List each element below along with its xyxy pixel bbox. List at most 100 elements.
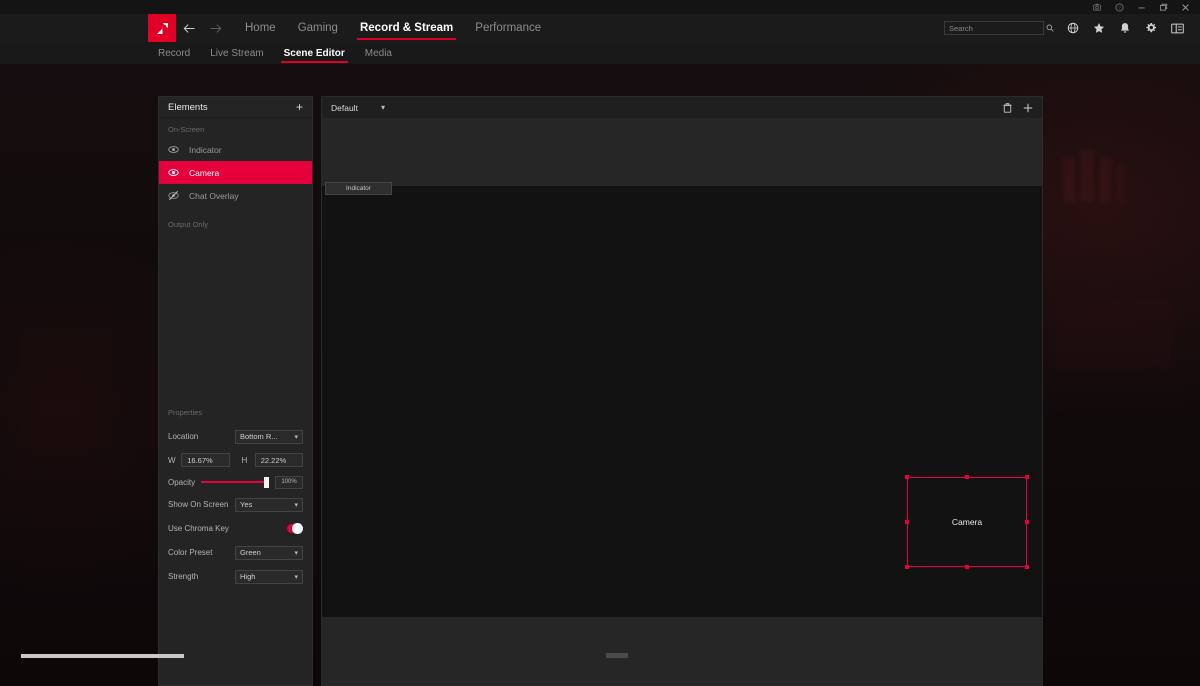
nav-items: Home Gaming Record & Stream Performance bbox=[234, 14, 552, 42]
resize-handle-middle-right[interactable] bbox=[1025, 520, 1029, 524]
opacity-label: Opacity bbox=[168, 478, 195, 487]
indicator-element[interactable]: Indicator bbox=[325, 182, 392, 195]
nav-item-performance[interactable]: Performance bbox=[464, 14, 552, 42]
svg-text:?: ? bbox=[1118, 5, 1121, 11]
globe-icon[interactable] bbox=[1060, 14, 1086, 42]
sub-navbar: Record Live Stream Scene Editor Media bbox=[0, 42, 1200, 64]
window-titlebar: ? bbox=[0, 0, 1200, 14]
height-label: H bbox=[242, 456, 250, 465]
opacity-slider-knob[interactable] bbox=[264, 477, 269, 488]
property-label: Use Chroma Key bbox=[168, 524, 287, 533]
gear-icon[interactable] bbox=[1138, 14, 1164, 42]
property-label: Location bbox=[168, 432, 235, 441]
adrenalin-app-window: Home Gaming Record & Stream Performance bbox=[0, 14, 1200, 642]
tab-record[interactable]: Record bbox=[148, 42, 200, 64]
taskbar-chip bbox=[606, 653, 628, 658]
camera-element-label: Camera bbox=[952, 517, 982, 527]
height-input[interactable]: 22.22% bbox=[255, 453, 303, 467]
chevron-down-icon: ▾ bbox=[294, 501, 298, 509]
canvas-letterbox-top bbox=[322, 118, 1042, 186]
resize-handle-top-center[interactable] bbox=[965, 475, 969, 479]
minimize-icon[interactable] bbox=[1130, 0, 1152, 14]
resize-handle-middle-left[interactable] bbox=[905, 520, 909, 524]
eye-visible-icon[interactable] bbox=[168, 167, 179, 178]
restore-icon[interactable] bbox=[1152, 0, 1174, 14]
taskbar-highlight bbox=[21, 654, 184, 658]
resize-handle-bottom-center[interactable] bbox=[965, 565, 969, 569]
show-on-screen-dropdown[interactable]: Yes ▾ bbox=[235, 498, 303, 512]
resize-handle-top-left[interactable] bbox=[905, 475, 909, 479]
amd-logo-icon[interactable] bbox=[148, 14, 176, 42]
chevron-down-icon: ▾ bbox=[294, 573, 298, 581]
canvas-letterbox-bottom bbox=[322, 617, 1042, 685]
width-label: W bbox=[168, 456, 176, 465]
chevron-down-icon: ▾ bbox=[294, 549, 298, 557]
search-input[interactable] bbox=[949, 24, 1046, 33]
opacity-slider-fill bbox=[201, 481, 269, 483]
tab-scene-editor[interactable]: Scene Editor bbox=[274, 42, 355, 64]
close-icon[interactable] bbox=[1174, 0, 1196, 14]
plus-icon[interactable] bbox=[1023, 103, 1033, 113]
opacity-slider[interactable] bbox=[201, 477, 269, 488]
chevron-down-icon: ▾ bbox=[294, 433, 298, 441]
property-location: Location Bottom R... ▾ bbox=[159, 425, 312, 448]
nav-item-gaming[interactable]: Gaming bbox=[287, 14, 349, 42]
resize-handle-top-right[interactable] bbox=[1025, 475, 1029, 479]
back-button[interactable] bbox=[176, 14, 202, 42]
star-icon[interactable] bbox=[1086, 14, 1112, 42]
opacity-value[interactable]: 100% bbox=[275, 476, 303, 489]
resize-handle-bottom-right[interactable] bbox=[1025, 565, 1029, 569]
width-input[interactable]: 16.67% bbox=[181, 453, 229, 467]
scene-name: Default bbox=[331, 103, 358, 113]
chevron-down-icon[interactable]: ▾ bbox=[381, 103, 385, 112]
color-preset-dropdown[interactable]: Green ▾ bbox=[235, 546, 303, 560]
add-element-button[interactable]: + bbox=[296, 101, 303, 113]
scene-selector[interactable]: Default ▾ bbox=[331, 103, 385, 113]
bell-icon[interactable] bbox=[1112, 14, 1138, 42]
scene-canvas[interactable]: Indicator Camera bbox=[322, 118, 1042, 685]
group-label-output-only: Output Only bbox=[159, 207, 312, 233]
tab-media[interactable]: Media bbox=[355, 42, 402, 64]
properties-title: Properties bbox=[159, 408, 312, 425]
list-item-label: Chat Overlay bbox=[189, 191, 239, 201]
strength-value: High bbox=[240, 572, 255, 581]
screenshot-icon[interactable] bbox=[1086, 0, 1108, 14]
eye-visible-icon[interactable] bbox=[168, 144, 179, 155]
opacity-row: Opacity 100% bbox=[159, 471, 312, 493]
show-on-screen-value: Yes bbox=[240, 500, 252, 509]
tab-live-stream[interactable]: Live Stream bbox=[200, 42, 273, 64]
property-strength: Strength High ▾ bbox=[159, 565, 312, 588]
list-item-label: Indicator bbox=[189, 145, 222, 155]
eye-hidden-icon[interactable] bbox=[168, 190, 179, 201]
camera-element[interactable]: Camera bbox=[907, 477, 1027, 567]
elements-panel: Elements + On-Screen Indicator Camera bbox=[158, 96, 313, 686]
property-show-on-screen: Show On Screen Yes ▾ bbox=[159, 493, 312, 516]
location-value: Bottom R... bbox=[240, 432, 278, 441]
list-item-indicator[interactable]: Indicator bbox=[159, 138, 312, 161]
list-item-chat-overlay[interactable]: Chat Overlay bbox=[159, 184, 312, 207]
nav-item-home[interactable]: Home bbox=[234, 14, 287, 42]
use-chroma-key-toggle[interactable] bbox=[287, 524, 303, 533]
trash-icon[interactable] bbox=[1003, 103, 1012, 113]
location-dropdown[interactable]: Bottom R... ▾ bbox=[235, 430, 303, 444]
size-row: W 16.67% H 22.22% bbox=[159, 449, 312, 471]
content-area: Elements + On-Screen Indicator Camera bbox=[0, 64, 1200, 642]
list-item-camera[interactable]: Camera bbox=[159, 161, 312, 184]
search-box[interactable] bbox=[944, 21, 1044, 35]
main-navbar: Home Gaming Record & Stream Performance bbox=[0, 14, 1200, 42]
property-label: Color Preset bbox=[168, 548, 235, 557]
strength-dropdown[interactable]: High ▾ bbox=[235, 570, 303, 584]
property-color-preset: Color Preset Green ▾ bbox=[159, 541, 312, 564]
nav-item-record-and-stream[interactable]: Record & Stream bbox=[349, 14, 464, 42]
search-icon[interactable] bbox=[1046, 19, 1054, 37]
elements-panel-header: Elements + bbox=[159, 97, 312, 118]
scene-actions bbox=[1003, 103, 1033, 113]
properties-section: Properties Location Bottom R... ▾ W 16.6… bbox=[159, 408, 312, 685]
nav-right-tools bbox=[944, 14, 1200, 42]
panel-icon[interactable] bbox=[1164, 14, 1190, 42]
help-icon[interactable]: ? bbox=[1108, 0, 1130, 14]
scene-canvas-panel: Default ▾ Indicator bbox=[321, 96, 1043, 686]
property-use-chroma-key: Use Chroma Key bbox=[159, 517, 312, 540]
resize-handle-bottom-left[interactable] bbox=[905, 565, 909, 569]
forward-button[interactable] bbox=[202, 14, 228, 42]
